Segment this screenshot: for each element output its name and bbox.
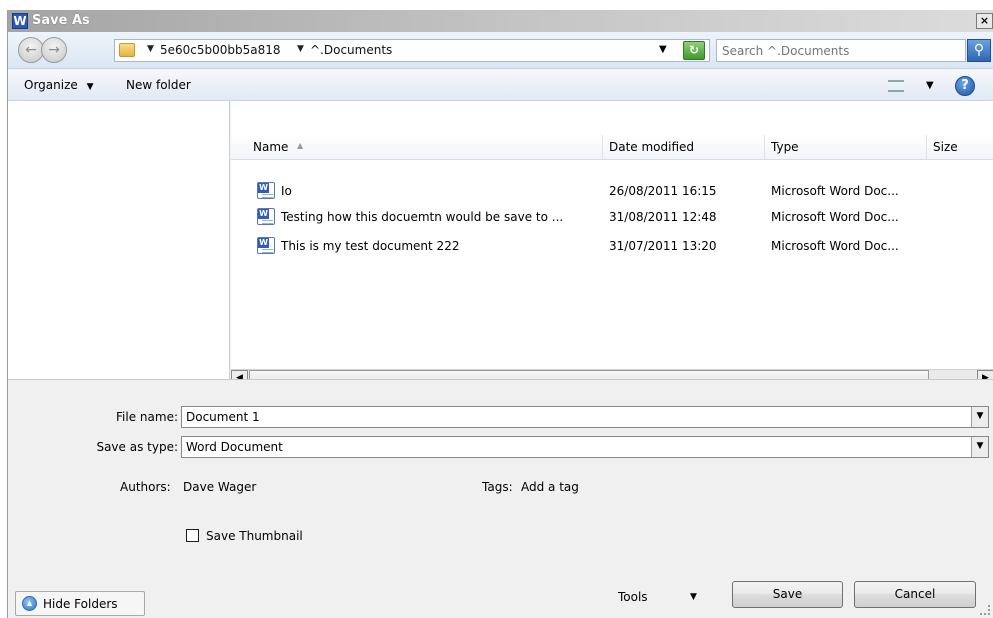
file-row[interactable]: This is my test document 222 31/07/2011 … [231, 233, 993, 259]
file-name-value: Document 1 [186, 410, 260, 424]
save-thumbnail-label[interactable]: Save Thumbnail [206, 529, 303, 543]
breadcrumb[interactable]: ▼ 5e60c5b00bb5a818 ▼ ^.Documents ▼ [114, 39, 710, 62]
chevron-up-icon: ▲ [22, 596, 37, 611]
word-document-icon [257, 208, 275, 225]
chevron-down-icon[interactable]: ▼ [971, 407, 988, 427]
save-as-dialog: W Save As × ← → ▼ 5e60c5b00bb5a818 ▼ ^.D… [7, 10, 993, 618]
tags-label: Tags: [482, 480, 513, 494]
title-bar[interactable]: W Save As × [8, 10, 993, 32]
search-input[interactable] [722, 43, 952, 59]
file-list[interactable]: Name ▲ Date modified Type Size Io 26/08/… [231, 101, 993, 386]
save-options-panel: File name: Document 1 ▼ Save as type: Wo… [8, 379, 993, 618]
file-name-label: File name: [116, 410, 178, 424]
save-button[interactable]: Save [732, 581, 843, 608]
column-name[interactable]: Name ▲ [231, 135, 603, 160]
view-details-icon[interactable] [888, 80, 904, 92]
column-type[interactable]: Type [765, 135, 927, 160]
chevron-down-icon[interactable]: ▼ [297, 44, 304, 54]
tools-button[interactable]: Tools [618, 590, 648, 604]
word-app-icon: W [12, 13, 28, 29]
forward-button[interactable]: → [41, 37, 67, 63]
save-type-label: Save as type: [96, 440, 178, 454]
arrow-right-icon: → [48, 42, 60, 58]
new-folder-button[interactable]: New folder [126, 78, 191, 92]
refresh-icon: ↻ [688, 43, 700, 57]
file-type: Microsoft Word Doc... [771, 184, 899, 198]
file-name: This is my test document 222 [281, 239, 460, 253]
path-history-dropdown-icon[interactable]: ▼ [659, 44, 667, 55]
search-icon: ⚲ [973, 42, 985, 58]
hide-folders-label: Hide Folders [43, 597, 118, 611]
column-date-modified[interactable]: Date modified [603, 135, 765, 160]
file-name: Testing how this docuemtn would be save … [281, 210, 564, 224]
search-box[interactable] [716, 39, 966, 62]
chevron-down-icon[interactable]: ▼ [690, 592, 697, 602]
chevron-down-icon[interactable]: ▼ [147, 44, 154, 54]
close-button[interactable]: × [976, 13, 993, 29]
file-row[interactable]: Io 26/08/2011 16:15 Microsoft Word Doc..… [231, 178, 993, 204]
word-document-icon [257, 237, 275, 254]
save-type-value: Word Document [186, 440, 283, 454]
refresh-button[interactable]: ↻ [683, 41, 705, 60]
file-date: 31/07/2011 13:20 [609, 239, 717, 253]
authors-value[interactable]: Dave Wager [183, 480, 256, 494]
organize-label: Organize [24, 78, 78, 92]
address-bar: ← → ▼ 5e60c5b00bb5a818 ▼ ^.Documents ▼ ↻… [8, 32, 993, 69]
cancel-button[interactable]: Cancel [854, 581, 976, 608]
breadcrumb-item-root[interactable]: 5e60c5b00bb5a818 [160, 43, 281, 57]
word-document-icon [257, 182, 275, 199]
file-name: Io [281, 184, 292, 198]
sort-ascending-icon: ▲ [297, 141, 304, 150]
column-size[interactable]: Size [927, 135, 993, 160]
file-type: Microsoft Word Doc... [771, 239, 899, 253]
hide-folders-button[interactable]: ▲ Hide Folders [15, 591, 145, 616]
folder-icon [119, 43, 135, 57]
chevron-down-icon: ▼ [86, 82, 94, 92]
tags-value[interactable]: Add a tag [521, 480, 579, 494]
view-dropdown-icon[interactable]: ▼ [926, 80, 934, 91]
column-header: Name ▲ Date modified Type Size [231, 135, 993, 160]
search-button[interactable]: ⚲ [967, 39, 991, 62]
navigation-pane[interactable] [8, 101, 230, 379]
command-bar: Organize ▼ New folder ▼ ? [8, 70, 993, 101]
save-type-select[interactable]: Word Document ▼ [181, 436, 989, 458]
help-icon[interactable]: ? [955, 76, 975, 96]
dialog-title: Save As [32, 13, 90, 28]
column-name-label: Name [253, 140, 289, 154]
chevron-down-icon[interactable]: ▼ [971, 437, 988, 457]
file-name-field[interactable]: Document 1 ▼ [181, 406, 989, 428]
file-row[interactable]: Testing how this docuemtn would be save … [231, 204, 993, 230]
file-type: Microsoft Word Doc... [771, 210, 899, 224]
authors-label: Authors: [120, 480, 171, 494]
file-date: 31/08/2011 12:48 [609, 210, 717, 224]
save-thumbnail-checkbox[interactable] [186, 529, 199, 542]
arrow-left-icon: ← [25, 42, 37, 58]
resize-grip[interactable] [980, 605, 990, 615]
file-date: 26/08/2011 16:15 [609, 184, 717, 198]
breadcrumb-item-documents[interactable]: ^.Documents [310, 43, 392, 57]
organize-button[interactable]: Organize ▼ [24, 78, 94, 92]
